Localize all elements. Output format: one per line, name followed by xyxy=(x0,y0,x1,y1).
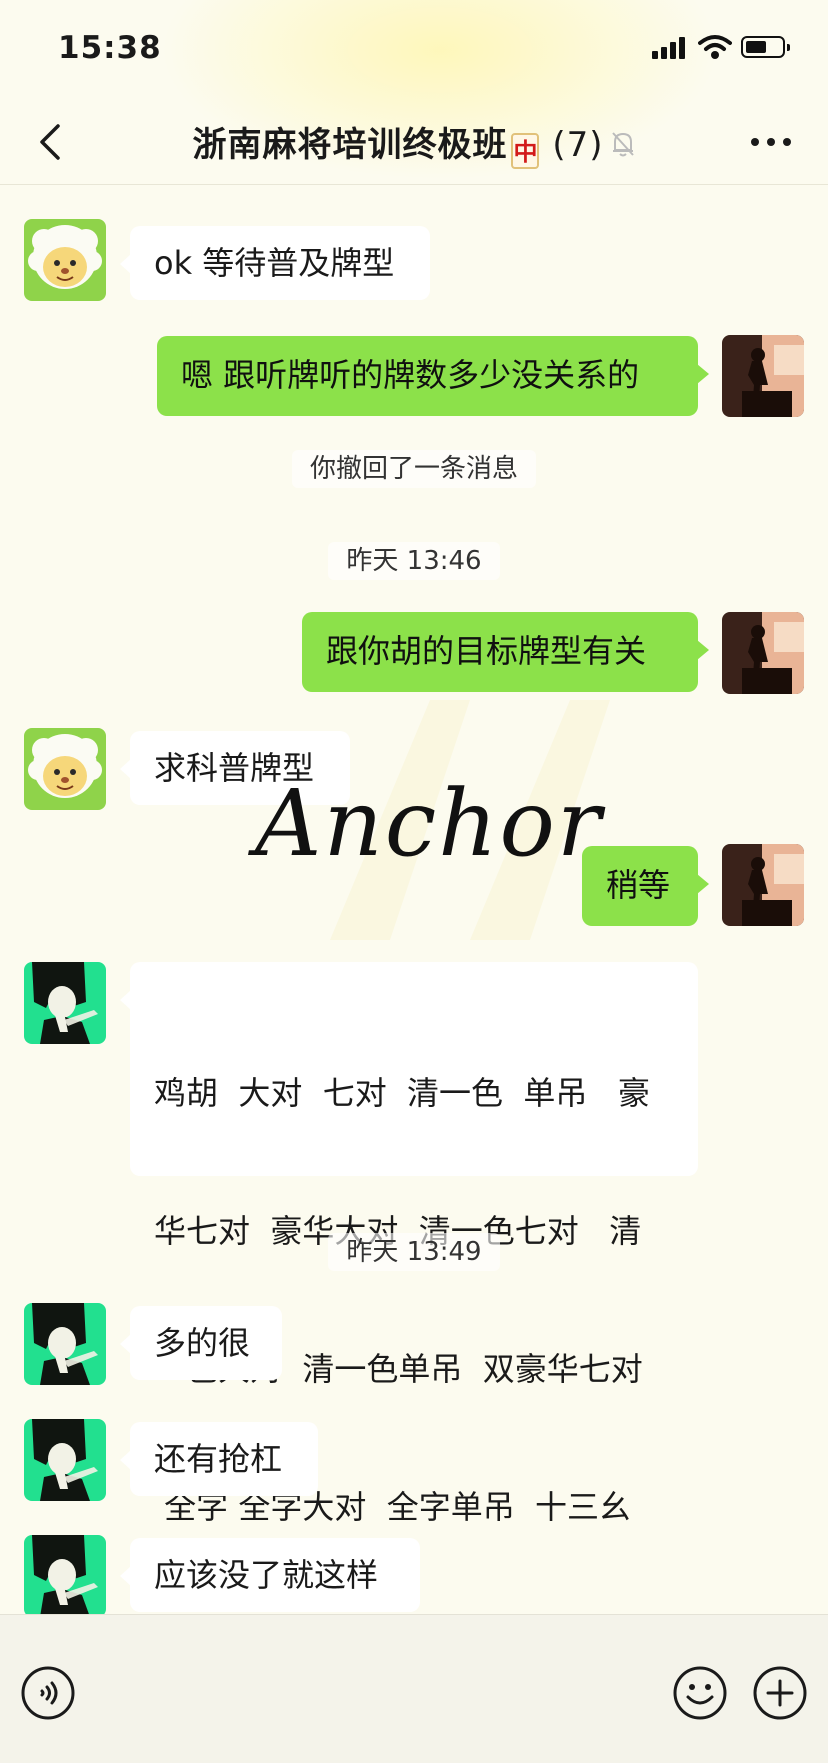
battery-icon xyxy=(741,36,790,58)
voice-icon[interactable] xyxy=(20,1665,76,1721)
group-name: 浙南麻将培训终极班 xyxy=(192,125,508,165)
chat-title[interactable]: 浙南麻将培训终极班中 (7) xyxy=(0,117,828,169)
sheep-avatar[interactable] xyxy=(24,219,106,301)
silhouette-avatar[interactable] xyxy=(722,844,804,926)
outgoing-message[interactable]: 跟你胡的目标牌型有关 xyxy=(302,612,709,692)
anime-avatar[interactable] xyxy=(24,962,106,1044)
muted-bell-icon xyxy=(611,132,634,157)
status-bar: 15:38 xyxy=(0,0,828,100)
outgoing-message[interactable]: 嗯 跟听牌听的牌数多少没关系的 xyxy=(157,336,709,416)
plus-icon[interactable] xyxy=(752,1665,808,1721)
sheep-avatar[interactable] xyxy=(24,728,106,810)
silhouette-avatar[interactable] xyxy=(722,612,804,694)
anime-avatar[interactable] xyxy=(24,1419,106,1501)
input-bar xyxy=(0,1614,828,1763)
timestamp: 昨天 13:46 xyxy=(0,540,828,580)
incoming-message[interactable]: 应该没了就这样 xyxy=(120,1538,420,1612)
timestamp: 昨天 13:49 xyxy=(0,1231,828,1271)
status-time: 15:38 xyxy=(58,30,162,66)
emoji-icon[interactable] xyxy=(672,1665,728,1721)
mahjong-tile-icon: 中 xyxy=(511,133,540,169)
silhouette-avatar[interactable] xyxy=(722,335,804,417)
anchor-watermark: Anchor xyxy=(255,770,603,877)
incoming-message[interactable]: 多的很 xyxy=(120,1306,282,1380)
system-message: 你撤回了一条消息 xyxy=(0,448,828,488)
more-options-icon[interactable] xyxy=(746,120,796,164)
incoming-message[interactable]: ok 等待普及牌型 xyxy=(120,226,430,300)
anime-avatar[interactable] xyxy=(24,1303,106,1385)
wifi-icon xyxy=(698,35,732,59)
cellular-signal-icon xyxy=(652,37,688,59)
outgoing-message[interactable]: 稍等 xyxy=(582,846,709,926)
anime-avatar[interactable] xyxy=(24,1535,106,1617)
incoming-message[interactable]: 鸡胡 大对 七对 清一色 单吊 豪 华七对 豪华大对 清一色七对 清 一色大对 … xyxy=(120,962,698,1526)
member-count: (7) xyxy=(552,125,604,165)
chat-header: 浙南麻将培训终极班中 (7) xyxy=(0,100,828,185)
message-line: 鸡胡 大对 七对 清一色 单吊 豪 xyxy=(154,1074,650,1112)
incoming-message[interactable]: 还有抢杠 xyxy=(120,1422,318,1496)
